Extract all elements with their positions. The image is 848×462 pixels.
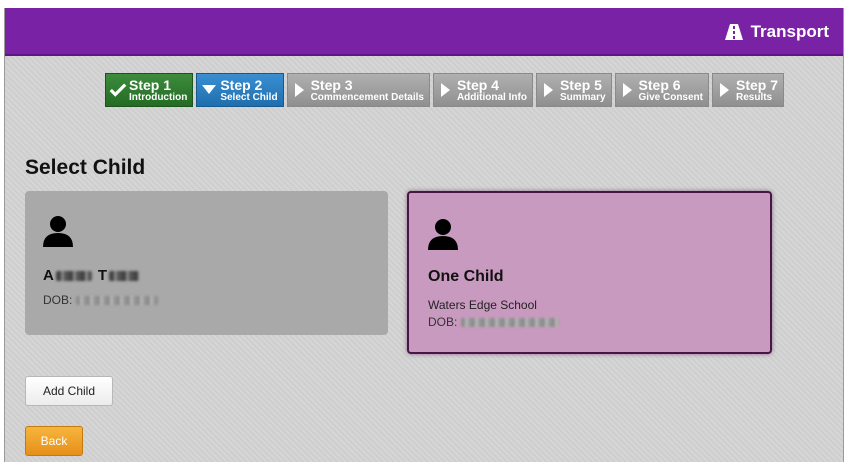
redacted-text bbox=[76, 295, 159, 305]
back-button[interactable]: Back bbox=[25, 426, 83, 456]
chevron-right-icon bbox=[716, 77, 734, 103]
redacted-text bbox=[461, 317, 560, 327]
step-number: Step 5 bbox=[559, 76, 602, 93]
add-child-button[interactable]: Add Child bbox=[25, 376, 113, 406]
step-name: Give Consent bbox=[638, 91, 703, 103]
step-name: Results bbox=[736, 91, 773, 103]
step-additional-info[interactable]: Step 4 Additional Info bbox=[432, 73, 533, 107]
child-card[interactable]: A T DOB: bbox=[25, 191, 388, 335]
step-number: Step 1 bbox=[129, 76, 172, 93]
step-number: Step 2 bbox=[220, 76, 263, 93]
chevron-right-icon bbox=[291, 77, 309, 103]
redacted-text bbox=[55, 270, 92, 281]
step-commencement-details[interactable]: Step 3 Commencement Details bbox=[286, 73, 430, 107]
step-wizard: Step 1 Introduction Step 2 Select Child … bbox=[105, 73, 785, 107]
chevron-right-icon bbox=[437, 77, 455, 103]
step-number: Step 7 bbox=[736, 76, 779, 93]
check-icon bbox=[109, 77, 127, 103]
child-dob: DOB: bbox=[43, 293, 159, 307]
chevron-right-icon bbox=[540, 77, 558, 103]
child-name: One Child bbox=[428, 268, 504, 285]
step-summary[interactable]: Step 5 Summary bbox=[535, 73, 612, 107]
step-name: Select Child bbox=[220, 91, 278, 103]
step-results[interactable]: Step 7 Results bbox=[712, 73, 785, 107]
step-introduction[interactable]: Step 1 Introduction bbox=[105, 73, 194, 107]
child-school: Waters Edge School bbox=[428, 298, 537, 312]
chevron-right-icon bbox=[619, 77, 637, 103]
person-icon bbox=[43, 215, 73, 252]
step-number: Step 4 bbox=[456, 76, 499, 93]
header-bar: Transport bbox=[5, 8, 843, 56]
page-title: Select Child bbox=[25, 156, 146, 179]
app-title: Transport bbox=[750, 22, 829, 41]
child-dob: DOB: bbox=[428, 315, 560, 329]
app-frame: Transport Step 1 Introduction Step 2 Sel… bbox=[4, 8, 844, 462]
step-name: Introduction bbox=[129, 91, 188, 103]
child-name: A T bbox=[43, 267, 140, 284]
step-number: Step 6 bbox=[638, 76, 681, 93]
step-name: Additional Info bbox=[456, 91, 527, 103]
child-card-selected[interactable]: One Child Waters Edge School DOB: bbox=[407, 191, 772, 354]
step-name: Summary bbox=[559, 91, 606, 103]
person-icon bbox=[428, 218, 458, 255]
redacted-text bbox=[109, 270, 140, 281]
step-select-child[interactable]: Step 2 Select Child bbox=[196, 73, 284, 107]
chevron-down-icon bbox=[200, 77, 218, 103]
app-brand[interactable]: Transport bbox=[724, 22, 829, 42]
road-icon bbox=[724, 24, 743, 40]
step-name: Commencement Details bbox=[310, 91, 424, 103]
step-give-consent[interactable]: Step 6 Give Consent bbox=[614, 73, 709, 107]
step-number: Step 3 bbox=[310, 76, 353, 93]
